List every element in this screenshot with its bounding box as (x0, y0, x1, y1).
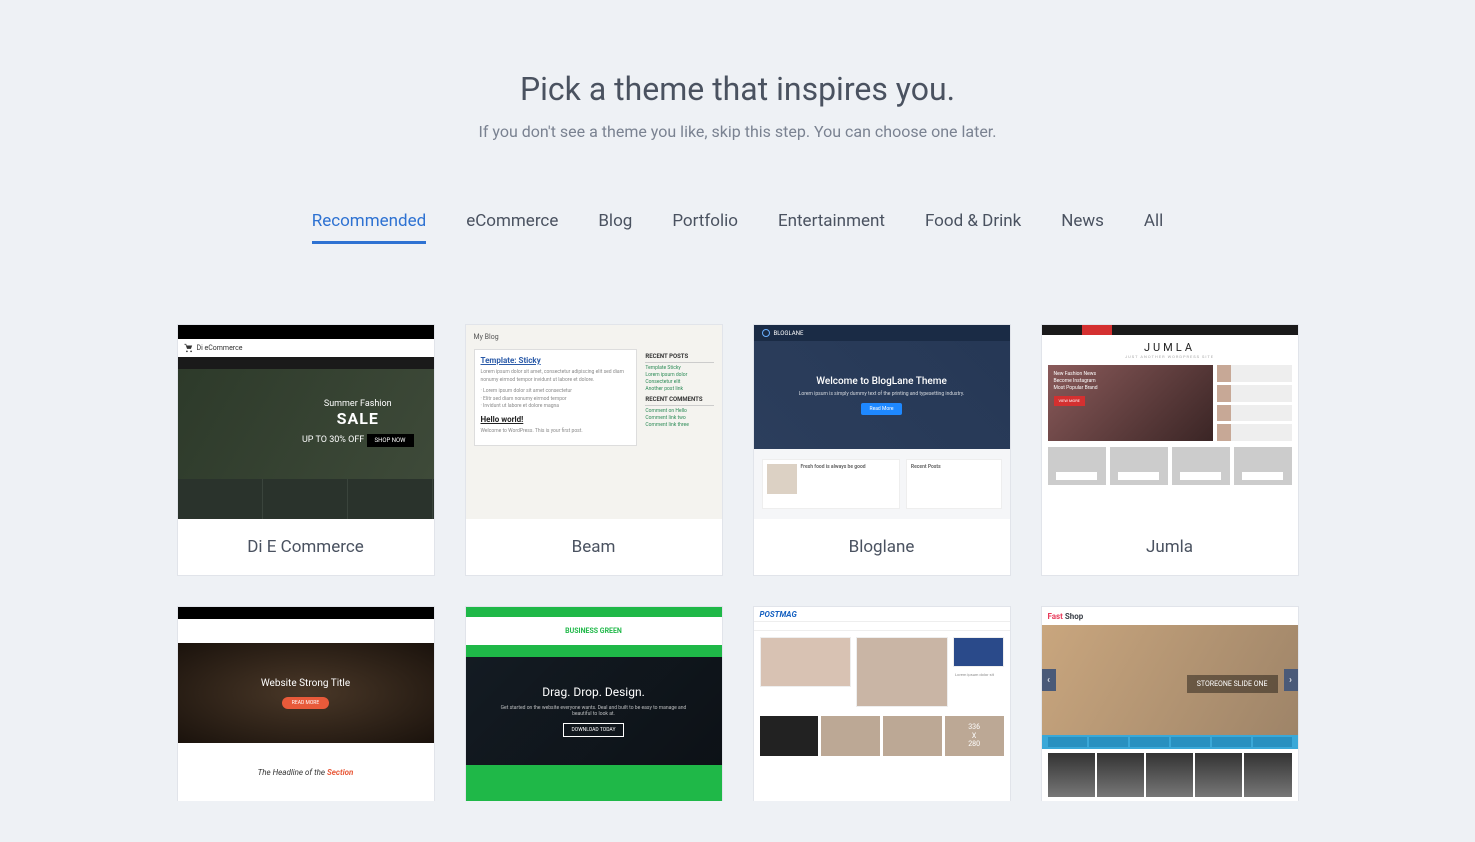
theme-card-beam[interactable]: My Blog Template: Sticky Lorem ipsum dol… (465, 324, 723, 576)
thumb-text: Drag. Drop. Design. (542, 685, 645, 699)
theme-card-di-e-commerce[interactable]: Di eCommerce Summer Fashion SALE UP TO 3… (177, 324, 435, 576)
theme-thumbnail: JUMLAJUST ANOTHER WORDPRESS SITE New Fas… (1042, 325, 1298, 519)
theme-thumbnail: POSTMAG Lorem ipsum dolor sit 336 X 280 (754, 607, 1010, 801)
thumb-text: Lorem ipsum is simply dummy text of the … (799, 391, 965, 397)
theme-grid: Di eCommerce Summer Fashion SALE UP TO 3… (0, 324, 1475, 801)
tab-food-drink[interactable]: Food & Drink (925, 211, 1021, 244)
tab-all[interactable]: All (1144, 211, 1163, 244)
theme-card-postmag[interactable]: POSTMAG Lorem ipsum dolor sit 336 X 280 (753, 606, 1011, 801)
thumb-text: Template: Sticky (481, 356, 631, 365)
thumb-text: RECENT POSTS (645, 353, 713, 363)
tab-blog[interactable]: Blog (598, 211, 632, 244)
thumb-text: The Headline of the (258, 768, 327, 777)
theme-thumbnail: Fast Shop ‹ › STOREONE SLIDE ONE (1042, 607, 1298, 801)
page-subtitle: If you don't see a theme you like, skip … (0, 122, 1475, 141)
tab-entertainment[interactable]: Entertainment (778, 211, 885, 244)
thumb-text: Summer Fashion (324, 399, 392, 409)
logo-icon (762, 329, 770, 337)
theme-name: Bloglane (754, 519, 1010, 575)
thumb-text: Website Strong Title (261, 678, 350, 689)
thumb-button: VIEW MORE (1054, 396, 1085, 406)
thumb-text: STOREONE SLIDE ONE (1187, 675, 1278, 693)
theme-card-business-green[interactable]: BUSINESS GREEN Drag. Drop. Design. Get s… (465, 606, 723, 801)
cart-icon (184, 343, 194, 353)
page-title: Pick a theme that inspires you. (0, 70, 1475, 108)
theme-thumbnail: BLOGLANE Welcome to BlogLane Theme Lorem… (754, 325, 1010, 519)
thumb-ad: 336 X 280 (945, 716, 1004, 756)
thumb-text: RECENT COMMENTS (645, 396, 713, 406)
thumb-text: Fresh food is always be good (801, 464, 866, 470)
theme-card-jumla[interactable]: JUMLAJUST ANOTHER WORDPRESS SITE New Fas… (1041, 324, 1299, 576)
thumb-text: SALE (302, 409, 414, 428)
thumb-text: JUST ANOTHER WORDPRESS SITE (1042, 354, 1298, 359)
thumb-button: SHOP NOW (367, 434, 414, 447)
thumb-brand: POSTMAG (760, 610, 797, 619)
thumb-button: DOWNLOAD TODAY (563, 723, 625, 737)
thumb-button: Read More (861, 403, 901, 415)
tab-ecommerce[interactable]: eCommerce (466, 211, 558, 244)
category-tabs: Recommended eCommerce Blog Portfolio Ent… (0, 211, 1475, 244)
theme-name: Beam (466, 519, 722, 575)
tab-news[interactable]: News (1061, 211, 1104, 244)
theme-thumbnail: Di eCommerce Summer Fashion SALE UP TO 3… (178, 325, 434, 519)
thumb-text: Section (327, 768, 353, 777)
theme-name: Jumla (1042, 519, 1298, 575)
theme-card-fast-shop[interactable]: Fast Shop ‹ › STOREONE SLIDE ONE (1041, 606, 1299, 801)
theme-thumbnail: BUSINESS GREEN Drag. Drop. Design. Get s… (466, 607, 722, 801)
thumb-text: UP TO 30% OFF (302, 435, 364, 445)
thumb-text: My Blog (474, 333, 714, 341)
page-header: Pick a theme that inspires you. If you d… (0, 70, 1475, 141)
thumb-brand: Di eCommerce (197, 344, 243, 352)
thumb-brand: Shop (1065, 612, 1083, 621)
chevron-right-icon: › (1284, 669, 1298, 691)
thumb-brand: JUMLA (1144, 341, 1195, 354)
theme-card-gourmand[interactable]: Website Strong Title READ MORE The Headl… (177, 606, 435, 801)
theme-name: Di E Commerce (178, 519, 434, 575)
thumb-brand: BLOGLANE (774, 330, 804, 337)
thumb-brand: Fast (1048, 612, 1063, 621)
thumb-button: READ MORE (282, 697, 329, 709)
theme-thumbnail: Website Strong Title READ MORE The Headl… (178, 607, 434, 801)
thumb-brand: BUSINESS GREEN (565, 627, 622, 635)
thumb-text: Recent Posts (911, 464, 941, 470)
tab-portfolio[interactable]: Portfolio (672, 211, 738, 244)
thumb-text: Welcome to BlogLane Theme (816, 376, 947, 387)
theme-card-bloglane[interactable]: BLOGLANE Welcome to BlogLane Theme Lorem… (753, 324, 1011, 576)
thumb-text: Hello world! (481, 415, 631, 424)
theme-thumbnail: My Blog Template: Sticky Lorem ipsum dol… (466, 325, 722, 519)
tab-recommended[interactable]: Recommended (312, 211, 427, 244)
chevron-left-icon: ‹ (1042, 669, 1056, 691)
